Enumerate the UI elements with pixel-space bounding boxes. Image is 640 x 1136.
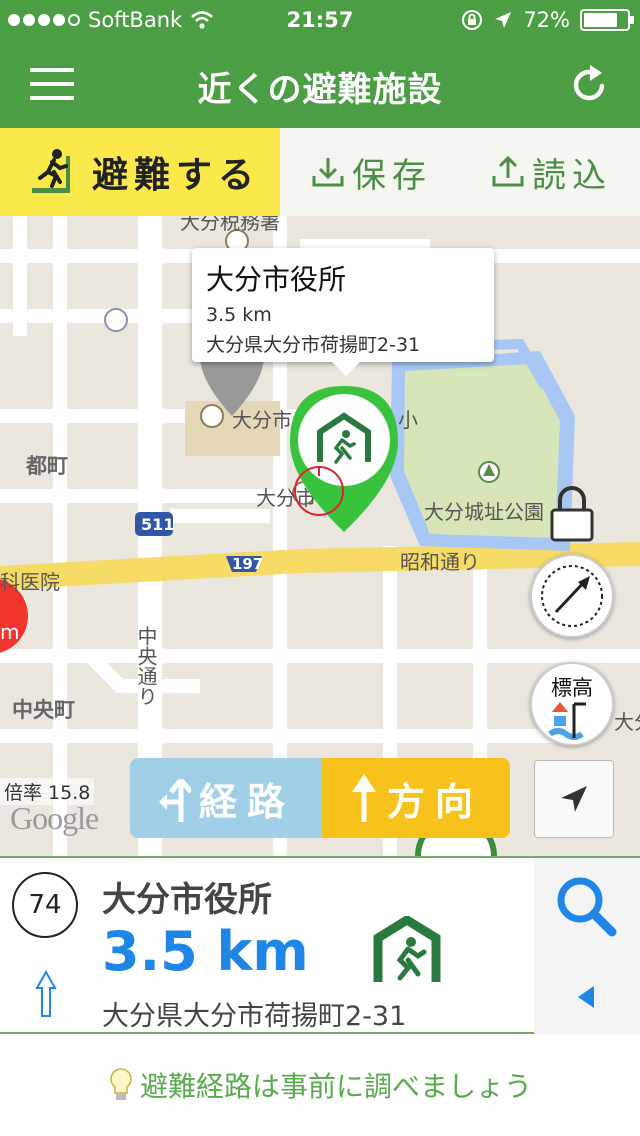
save-label: 保存: [352, 155, 432, 196]
route-197-label: 197: [232, 555, 263, 573]
google-logo: Google: [10, 800, 99, 836]
map-view[interactable]: 511 197 大分税務署 都町 科医院 中央町 大分城址公園 昭和通り 中央通…: [0, 216, 640, 856]
map-label-showa-street: 昭和通り: [400, 550, 480, 574]
callout-title: 大分市役所: [206, 263, 347, 296]
map-label-oita-school: 大分市: [232, 408, 292, 432]
map-label-tocho: 都町: [26, 454, 68, 478]
tip-text: 避難経路は事前に調べましょう: [139, 1070, 532, 1103]
location-arrow-icon: [495, 12, 512, 28]
location-arrow-icon: [561, 786, 587, 812]
map-label-edge: 大分: [614, 710, 640, 734]
battery-percent: 72%: [523, 8, 570, 32]
my-location-button[interactable]: [534, 760, 614, 838]
rotation-lock-icon: [462, 10, 483, 30]
map-callout[interactable]: 大分市役所 3.5 km 大分県大分市荷揚町2-31: [192, 248, 494, 376]
upload-icon: [492, 155, 524, 187]
lightbulb-icon: [110, 1068, 132, 1100]
page-title: 近くの避難施設: [197, 70, 443, 110]
shelter-address: 大分県大分市荷揚町2-31: [102, 1001, 407, 1032]
shelter-count-badge: 74: [12, 872, 78, 938]
shelter-info-panel[interactable]: 74 大分市役所 3.5 km 大分県大分市荷揚町2-31: [0, 856, 640, 1034]
map-label-castle-park: 大分城址公園: [424, 500, 544, 524]
load-label: 読込: [532, 155, 612, 196]
compass-button[interactable]: [530, 554, 614, 638]
previous-shelter-arrow[interactable]: [578, 986, 594, 1008]
refresh-icon: [573, 65, 605, 101]
evacuate-button[interactable]: 避難する: [0, 128, 280, 216]
battery-icon: [580, 9, 634, 31]
direction-label: 方向: [386, 779, 483, 824]
top-bar: SoftBank 21:57 72% 近くの避難施設: [0, 0, 640, 128]
map-label-chuo-street: 中央通り: [134, 626, 158, 706]
route-511-label: 511: [141, 515, 174, 534]
elevation-icon: [548, 702, 586, 740]
shelter-distance: 3.5 km: [102, 920, 309, 983]
save-button[interactable]: 保存: [310, 128, 432, 216]
bearing-arrow-icon: [35, 970, 57, 1017]
navbar: 近くの避難施設: [0, 40, 640, 128]
direction-button[interactable]: 方向: [322, 758, 510, 838]
map-label-partial-m: m: [0, 620, 20, 644]
elevation-button[interactable]: 標高: [530, 662, 614, 746]
map-label-hospital: 科医院: [0, 570, 60, 594]
up-arrow-icon: [351, 774, 376, 822]
status-bar: SoftBank 21:57 72%: [0, 0, 640, 40]
route-label: 経路: [198, 779, 295, 824]
compass-icon: [541, 565, 603, 627]
map-label-tax-office: 大分税務署: [180, 216, 280, 234]
tip-footer: 避難経路は事前に調べましょう: [0, 1034, 640, 1136]
refresh-button[interactable]: [568, 62, 612, 106]
evacuate-label: 避難する: [92, 155, 261, 196]
running-person-icon: [32, 149, 70, 193]
callout-address: 大分県大分市荷揚町2-31: [206, 334, 421, 356]
callout-distance: 3.5 km: [206, 304, 272, 326]
current-location-target: [294, 466, 344, 516]
turn-arrow-icon: [158, 778, 191, 822]
route-button[interactable]: 経路: [130, 758, 322, 838]
action-bar: 避難する 保存 読込: [0, 128, 640, 216]
download-icon: [312, 158, 344, 187]
map-label-central-town: 中央町: [12, 698, 75, 722]
shelter-name: 大分市役所: [102, 880, 272, 920]
load-button[interactable]: 読込: [490, 128, 612, 216]
status-right: 72%: [461, 8, 634, 32]
search-icon: [557, 877, 617, 937]
shelter-icon: [373, 916, 441, 982]
